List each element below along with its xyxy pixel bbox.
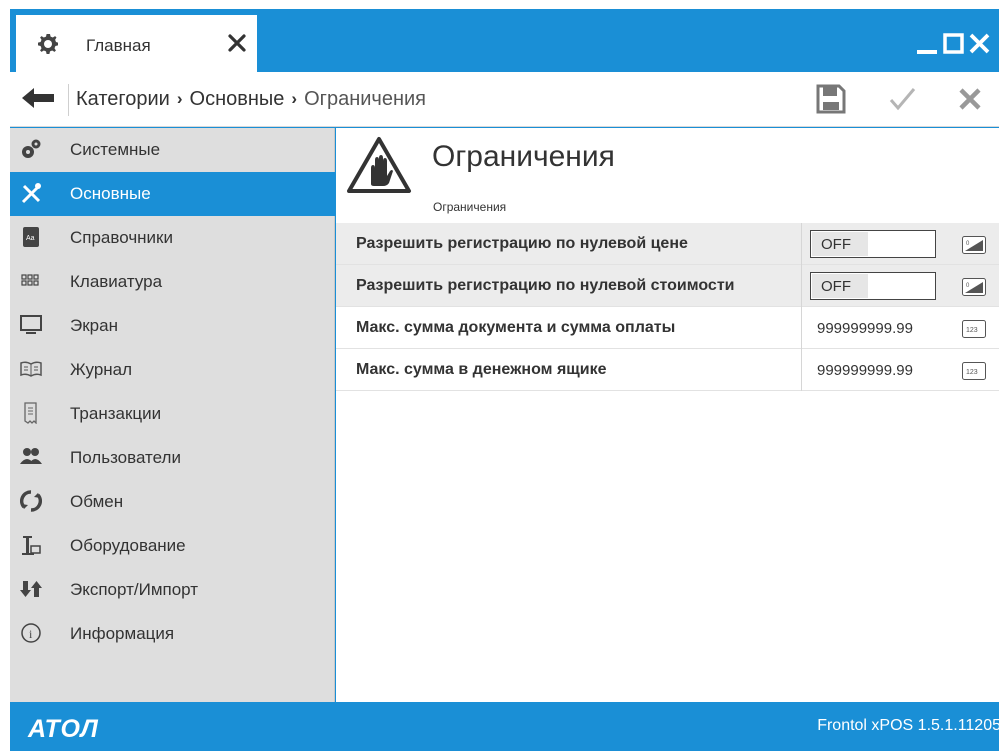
breadcrumb-chevron-icon: › [176, 89, 183, 108]
gears-icon [22, 139, 41, 158]
sidebar-item-label: Экран [70, 316, 118, 335]
tab-main[interactable]: Главная [16, 15, 257, 72]
sidebar-item-label: Клавиатура [70, 272, 163, 291]
tab-close-icon[interactable] [226, 32, 248, 54]
keyboard-icon [21, 274, 39, 286]
sidebar-item-screen[interactable]: Экран [10, 304, 335, 348]
book-icon: Aa [23, 227, 39, 247]
toggle-state: OFF [821, 278, 851, 295]
tools-icon [21, 183, 41, 204]
setting-row-zero-price: Разрешить регистрацию по нулевой цене OF… [336, 223, 999, 265]
export-import-icon [20, 581, 42, 597]
svg-text:Aa: Aa [26, 235, 35, 242]
hardware-icon [22, 536, 41, 555]
sidebar-item-keyboard[interactable]: Клавиатура [10, 260, 335, 304]
sidebar-item-info[interactable]: i Информация [10, 612, 335, 656]
breadcrumb-chevron-icon: › [291, 89, 298, 108]
column-divider [801, 265, 802, 307]
info-icon: i [21, 623, 41, 643]
breadcrumb-categories[interactable]: Категории [76, 88, 170, 111]
breadcrumb-basic[interactable]: Основные [190, 88, 285, 111]
breadcrumb-current: Ограничения [304, 88, 426, 110]
sidebar-item-label: Журнал [70, 360, 133, 379]
page-title: Ограничения [432, 140, 615, 173]
sidebar-item-label: Основные [70, 184, 151, 203]
breadcrumb: Категории › Основные › Ограничения [76, 88, 426, 111]
journal-icon [20, 361, 42, 377]
setting-value: 999999999.99 [817, 320, 913, 337]
sidebar-item-label: Обмен [70, 492, 124, 511]
svg-text:123: 123 [966, 369, 978, 376]
apply-check-icon[interactable] [886, 83, 918, 115]
receipt-icon [24, 402, 37, 424]
setting-label: Макс. сумма в денежном ящике [356, 361, 607, 378]
toggle-edit-icon[interactable]: 0 [962, 278, 986, 296]
sidebar-item-label: Экспорт/Импорт [70, 580, 199, 599]
svg-text:i: i [29, 627, 33, 641]
sidebar-item-exchange[interactable]: Обмен [10, 480, 335, 524]
column-divider [801, 307, 802, 349]
title-bar: Главная [10, 9, 999, 72]
close-window-icon[interactable] [968, 31, 992, 57]
sidebar-item-users[interactable]: Пользователи [10, 436, 335, 480]
toggle-state: OFF [821, 236, 851, 253]
setting-label: Разрешить регистрацию по нулевой стоимос… [356, 277, 735, 294]
atol-logo: АТОЛ [28, 715, 99, 743]
monitor-icon [20, 315, 42, 334]
toolbar-separator [68, 84, 69, 116]
numeric-edit-icon[interactable]: 123 [962, 362, 986, 380]
sidebar-item-label: Пользователи [70, 448, 181, 467]
sidebar-item-basic[interactable]: Основные [10, 172, 335, 216]
column-divider [801, 349, 802, 391]
sync-icon [20, 490, 42, 512]
page-subtitle: Ограничения [433, 200, 507, 214]
setting-row-zero-cost: Разрешить регистрацию по нулевой стоимос… [336, 265, 999, 307]
cancel-icon[interactable] [954, 83, 986, 115]
sidebar-item-label: Оборудование [70, 536, 186, 555]
sidebar-item-journal[interactable]: Журнал [10, 348, 335, 392]
svg-text:123: 123 [966, 327, 978, 334]
sidebar-item-export-import[interactable]: Экспорт/Импорт [10, 568, 335, 612]
sidebar-item-system[interactable]: Системные [10, 128, 335, 172]
settings-list: Разрешить регистрацию по нулевой цене OF… [336, 223, 999, 391]
minimize-icon[interactable] [916, 31, 940, 57]
maximize-icon[interactable] [942, 31, 966, 57]
version-label: Frontol xPOS 1.5.1.11205 [817, 717, 999, 734]
tab-label: Главная [86, 36, 151, 55]
toggle-edit-icon[interactable]: 0 [962, 236, 986, 254]
setting-row-max-drawer-sum[interactable]: Макс. сумма в денежном ящике 999999999.9… [336, 349, 999, 391]
users-icon [20, 448, 42, 464]
stop-hand-warning-icon [347, 137, 411, 193]
back-arrow-icon[interactable] [20, 86, 56, 110]
setting-value: 999999999.99 [817, 362, 913, 379]
sidebar-item-transactions[interactable]: Транзакции [10, 392, 335, 436]
sidebar-item-directories[interactable]: Aa Справочники [10, 216, 335, 260]
sidebar-item-label: Справочники [70, 228, 173, 247]
main-content: Ограничения Ограничения Разрешить регист… [336, 128, 999, 702]
setting-label: Макс. сумма документа и сумма оплаты [356, 319, 676, 336]
toolbar: Категории › Основные › Ограничения [10, 72, 999, 127]
app-window: Главная Категории › Основные › Ограничения [10, 9, 999, 751]
sidebar-item-label: Системные [70, 140, 161, 159]
sidebar-item-label: Транзакции [70, 404, 162, 423]
save-icon[interactable] [815, 83, 847, 115]
sidebar-item-label: Информация [70, 624, 175, 643]
numeric-edit-icon[interactable]: 123 [962, 320, 986, 338]
setting-label: Разрешить регистрацию по нулевой цене [356, 235, 688, 252]
zero-cost-toggle[interactable]: OFF [810, 272, 936, 300]
column-divider [801, 223, 802, 265]
zero-price-toggle[interactable]: OFF [810, 230, 936, 258]
setting-row-max-document-sum[interactable]: Макс. сумма документа и сумма оплаты 999… [336, 307, 999, 349]
status-bar: АТОЛ Frontol xPOS 1.5.1.11205 [10, 702, 999, 751]
sidebar-item-hardware[interactable]: Оборудование [10, 524, 335, 568]
sidebar: Системные Основные Aa Справочники Клавиа… [10, 128, 335, 702]
gear-icon [38, 34, 58, 54]
